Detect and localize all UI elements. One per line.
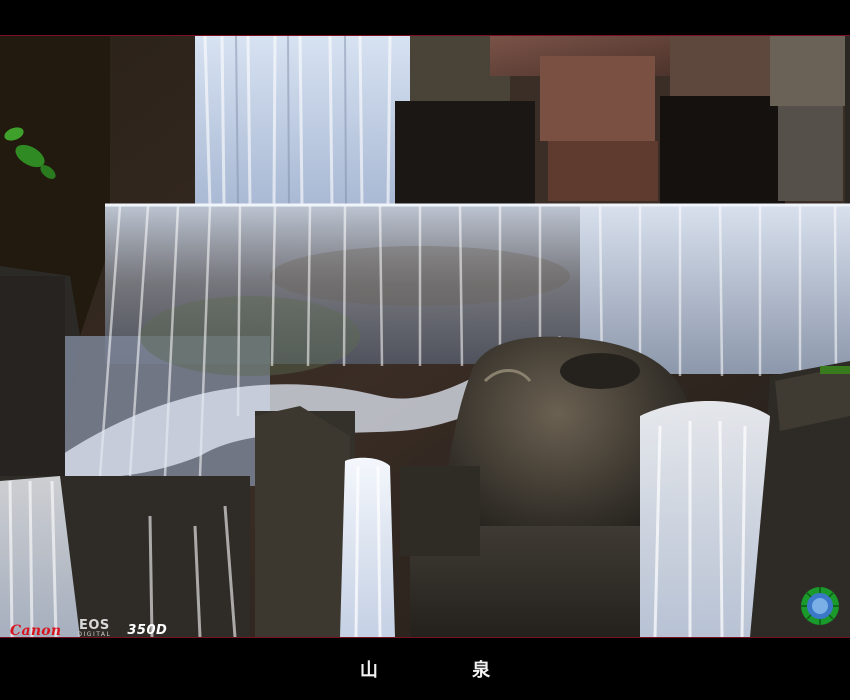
camera-model-label: 350D bbox=[127, 623, 168, 638]
round-seal-icon bbox=[801, 587, 839, 625]
camera-branding: Canon EOS DIGITAL 350D bbox=[10, 619, 168, 639]
waterfall-image bbox=[0, 36, 850, 637]
upper-waterfall bbox=[195, 36, 410, 207]
waterfall-photo bbox=[0, 35, 850, 638]
upper-rock-wall bbox=[395, 36, 850, 206]
photo-caption: 山 泉 bbox=[359, 660, 535, 681]
brand-logo-eos: EOS DIGITAL bbox=[77, 619, 111, 638]
brand-logo-canon: Canon bbox=[10, 623, 62, 639]
eos-digital-label: DIGITAL bbox=[77, 631, 112, 638]
photo-frame: Canon EOS DIGITAL 350D 山 泉 bbox=[0, 0, 850, 700]
